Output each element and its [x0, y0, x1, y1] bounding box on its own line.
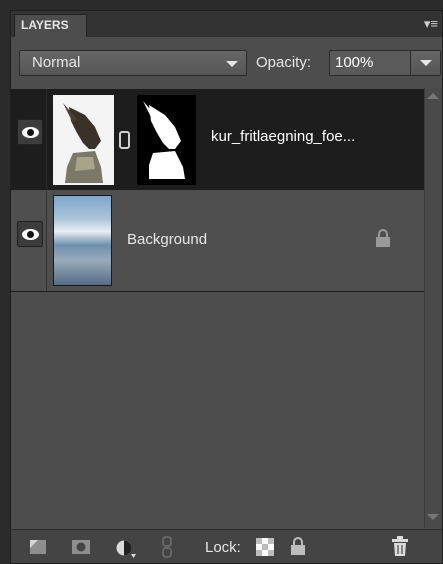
layer-mask-thumbnail[interactable] [137, 95, 196, 185]
chevron-down-icon [226, 61, 238, 67]
mask-link-icon[interactable] [119, 131, 130, 149]
layer-name[interactable]: kur_fritlaegning_foe... [211, 128, 355, 145]
layers-toolbar: Normal Opacity: 100% [11, 37, 442, 87]
add-mask-icon[interactable] [71, 539, 91, 555]
lock-transparent-icon[interactable] [256, 538, 274, 556]
mask-silhouette-icon [143, 101, 185, 179]
new-layer-icon[interactable] [29, 539, 47, 555]
link-layers-icon[interactable] [161, 536, 173, 558]
layer-row[interactable]: Background [11, 191, 424, 292]
lock-icon [376, 229, 390, 247]
layers-scrollbar[interactable] [424, 88, 442, 528]
bird-on-rock-icon [63, 103, 103, 183]
visibility-cell [11, 89, 47, 189]
layers-tab[interactable]: LAYERS [14, 14, 87, 37]
blend-mode-value: Normal [32, 54, 81, 71]
adjustment-layer-icon[interactable] [115, 539, 137, 559]
chevron-down-icon [420, 60, 432, 66]
delete-layer-icon[interactable] [391, 536, 409, 556]
lock-label: Lock: [205, 539, 241, 556]
layer-thumbnail[interactable] [53, 95, 114, 185]
visibility-toggle[interactable] [17, 119, 43, 145]
visibility-cell [11, 191, 47, 291]
layer-row[interactable]: kur_fritlaegning_foe... [11, 89, 424, 190]
layers-list: kur_fritlaegning_foe... Background [11, 88, 424, 528]
opacity-value[interactable]: 100% [335, 54, 373, 71]
eye-icon [22, 127, 39, 138]
blend-mode-dropdown[interactable]: Normal [19, 50, 247, 76]
layers-footer: Lock: [11, 529, 442, 563]
opacity-dropdown-button[interactable] [410, 51, 440, 75]
layers-panel: LAYERS ▾≡ Normal Opacity: 100% kur_fritl… [10, 10, 443, 564]
visibility-toggle[interactable] [17, 221, 43, 247]
lock-all-icon[interactable] [290, 537, 306, 556]
layer-name[interactable]: Background [127, 231, 207, 248]
opacity-field[interactable]: 100% [329, 50, 441, 76]
panel-menu-icon[interactable]: ▾≡ [424, 17, 438, 30]
opacity-label: Opacity: [256, 54, 312, 71]
scroll-down-icon[interactable] [427, 514, 439, 520]
panel-tab-bar: LAYERS ▾≡ [11, 11, 442, 37]
layer-thumbnail[interactable] [53, 195, 112, 286]
scroll-up-icon[interactable] [427, 93, 439, 99]
eye-icon [22, 229, 39, 240]
